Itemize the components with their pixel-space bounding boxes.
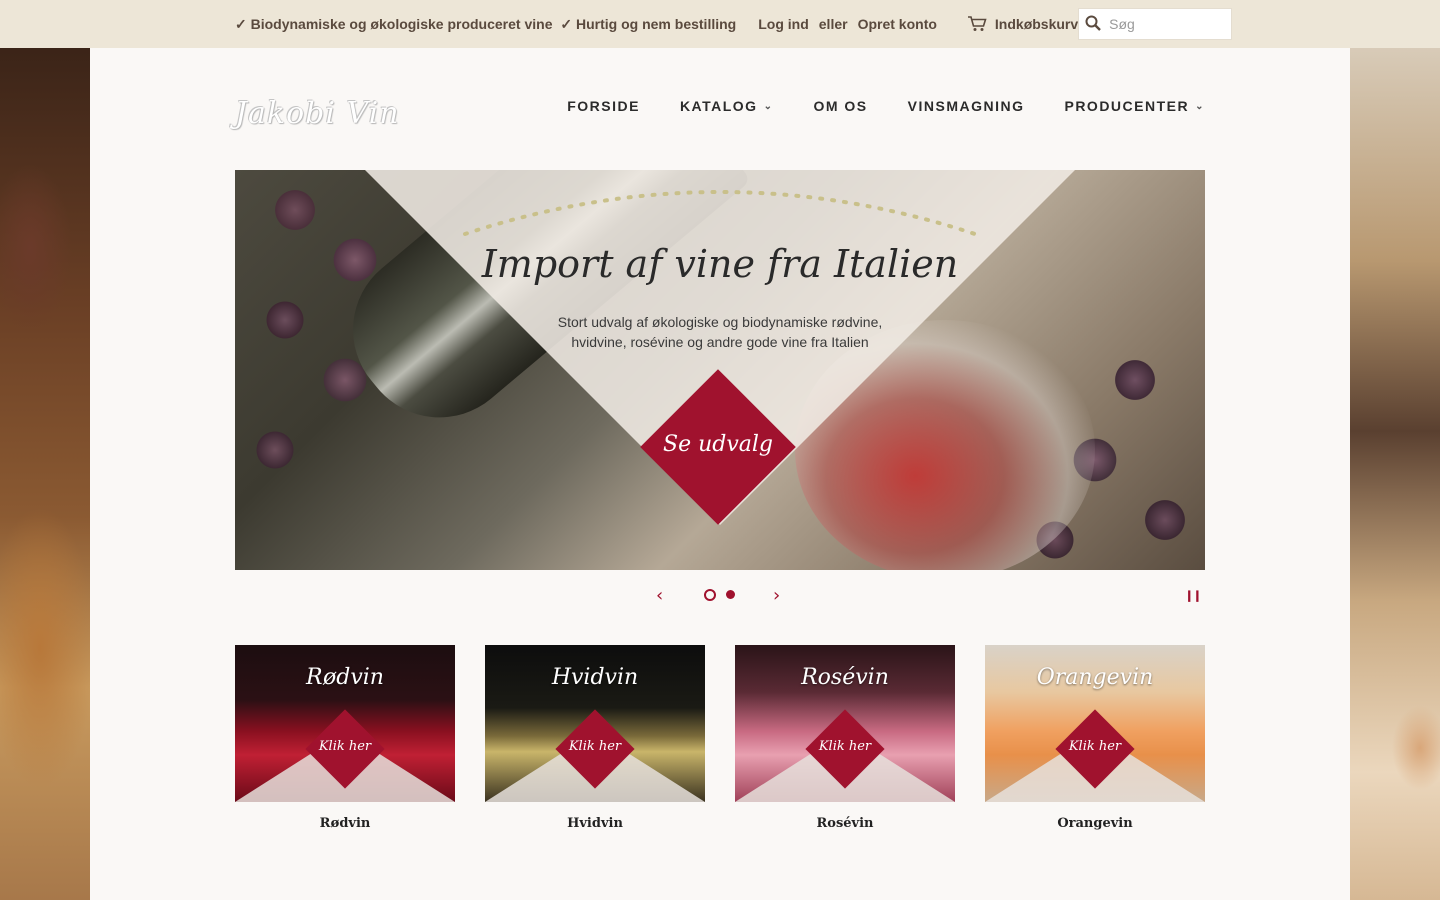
promo-biodynamic: ✓ Biodynamiske og økologiske produceret … xyxy=(235,15,553,32)
nav-item-om-os[interactable]: OM OS xyxy=(813,98,867,114)
hero-subtitle: Stort udvalg af økologiske og biodynamis… xyxy=(557,314,883,350)
category-tiles: Rødvin Klik her Rødvin Hvidvin Klik her … xyxy=(235,645,1205,831)
pause-icon[interactable]: ❙❙ xyxy=(1185,589,1202,602)
category-tile-orangevin[interactable]: Orangevin Klik her Orangevin xyxy=(985,645,1205,831)
cart-link[interactable]: Indkøbskurv xyxy=(967,16,1078,32)
category-image-title: Hvidvin xyxy=(551,665,639,690)
category-image-title: Rødvin xyxy=(306,665,384,690)
category-caption[interactable]: Orangevin xyxy=(985,816,1205,831)
slide-dot-1[interactable] xyxy=(704,589,716,601)
nav-item-forside[interactable]: FORSIDE xyxy=(567,98,640,114)
category-image-title: Orangevin xyxy=(1036,665,1154,690)
or-text: eller xyxy=(818,16,848,32)
slider-controls: ‹ › ❙❙ xyxy=(235,581,1205,611)
category-tile-rodvin[interactable]: Rødvin Klik her Rødvin xyxy=(235,645,455,831)
nav-item-label: VINSMAGNING xyxy=(907,98,1025,114)
category-caption[interactable]: Rødvin xyxy=(235,816,455,831)
login-link[interactable]: Log ind xyxy=(758,16,809,32)
main-panel: Jakobi Vin FORSIDE KATALOG ⌄ OM OS VINSM… xyxy=(90,48,1350,900)
category-image: Hvidvin Klik her xyxy=(485,645,705,802)
nav-item-producenter[interactable]: PRODUCENTER ⌄ xyxy=(1064,98,1205,114)
category-image: Rødvin Klik her xyxy=(235,645,455,802)
category-caption[interactable]: Hvidvin xyxy=(485,816,705,831)
nav-item-label: KATALOG xyxy=(679,98,758,114)
cart-icon xyxy=(967,16,987,32)
chevron-down-icon: ⌄ xyxy=(763,100,774,112)
category-image-title: Rosévin xyxy=(801,665,889,690)
create-account-link[interactable]: Opret konto xyxy=(858,16,937,32)
category-tile-hvidvin[interactable]: Hvidvin Klik her Hvidvin xyxy=(485,645,705,831)
site-logo[interactable]: Jakobi Vin xyxy=(235,96,400,131)
chevron-left-icon[interactable]: ‹ xyxy=(656,585,663,606)
category-image: Rosévin Klik her xyxy=(735,645,955,802)
background-photo-right xyxy=(1350,48,1440,900)
search-icon[interactable] xyxy=(1085,15,1102,34)
click-here-label: Klik her xyxy=(568,739,622,754)
search-input[interactable] xyxy=(1107,15,1232,33)
top-bar: ✓ Biodynamiske og økologiske produceret … xyxy=(0,0,1440,48)
slide-dot-2[interactable] xyxy=(726,590,735,599)
chevron-down-icon: ⌄ xyxy=(1195,100,1205,112)
nav-item-label: OM OS xyxy=(813,98,868,114)
background-photo-left xyxy=(0,48,90,900)
main-nav: FORSIDE KATALOG ⌄ OM OS VINSMAGNING PROD… xyxy=(567,98,1205,114)
promo-fast-ordering: ✓ Hurtig og nem bestilling xyxy=(560,15,737,32)
promo-text: ✓ Biodynamiske og økologiske produceret … xyxy=(235,16,740,33)
category-image: Orangevin Klik her xyxy=(985,645,1205,802)
cart-label: Indkøbskurv xyxy=(994,16,1079,32)
nav-item-katalog[interactable]: KATALOG ⌄ xyxy=(680,98,774,114)
account-links: Log ind eller Opret konto xyxy=(758,16,937,32)
category-caption[interactable]: Rosévin xyxy=(735,816,955,831)
hero-title: Import af vine fra Italien xyxy=(481,242,959,286)
chevron-right-icon[interactable]: › xyxy=(773,585,780,606)
hero-slider: Import af vine fra Italien Stort udvalg … xyxy=(235,170,1205,570)
category-tile-rosevin[interactable]: Rosévin Klik her Rosévin xyxy=(735,645,955,831)
click-here-label: Klik her xyxy=(318,739,372,754)
search-box xyxy=(1078,8,1233,40)
click-here-label: Klik her xyxy=(818,739,872,754)
click-here-label: Klik her xyxy=(1068,739,1122,754)
nav-item-vinsmagning[interactable]: VINSMAGNING xyxy=(908,98,1025,114)
nav-item-label: PRODUCENTER xyxy=(1064,98,1190,114)
nav-item-label: FORSIDE xyxy=(567,98,640,114)
